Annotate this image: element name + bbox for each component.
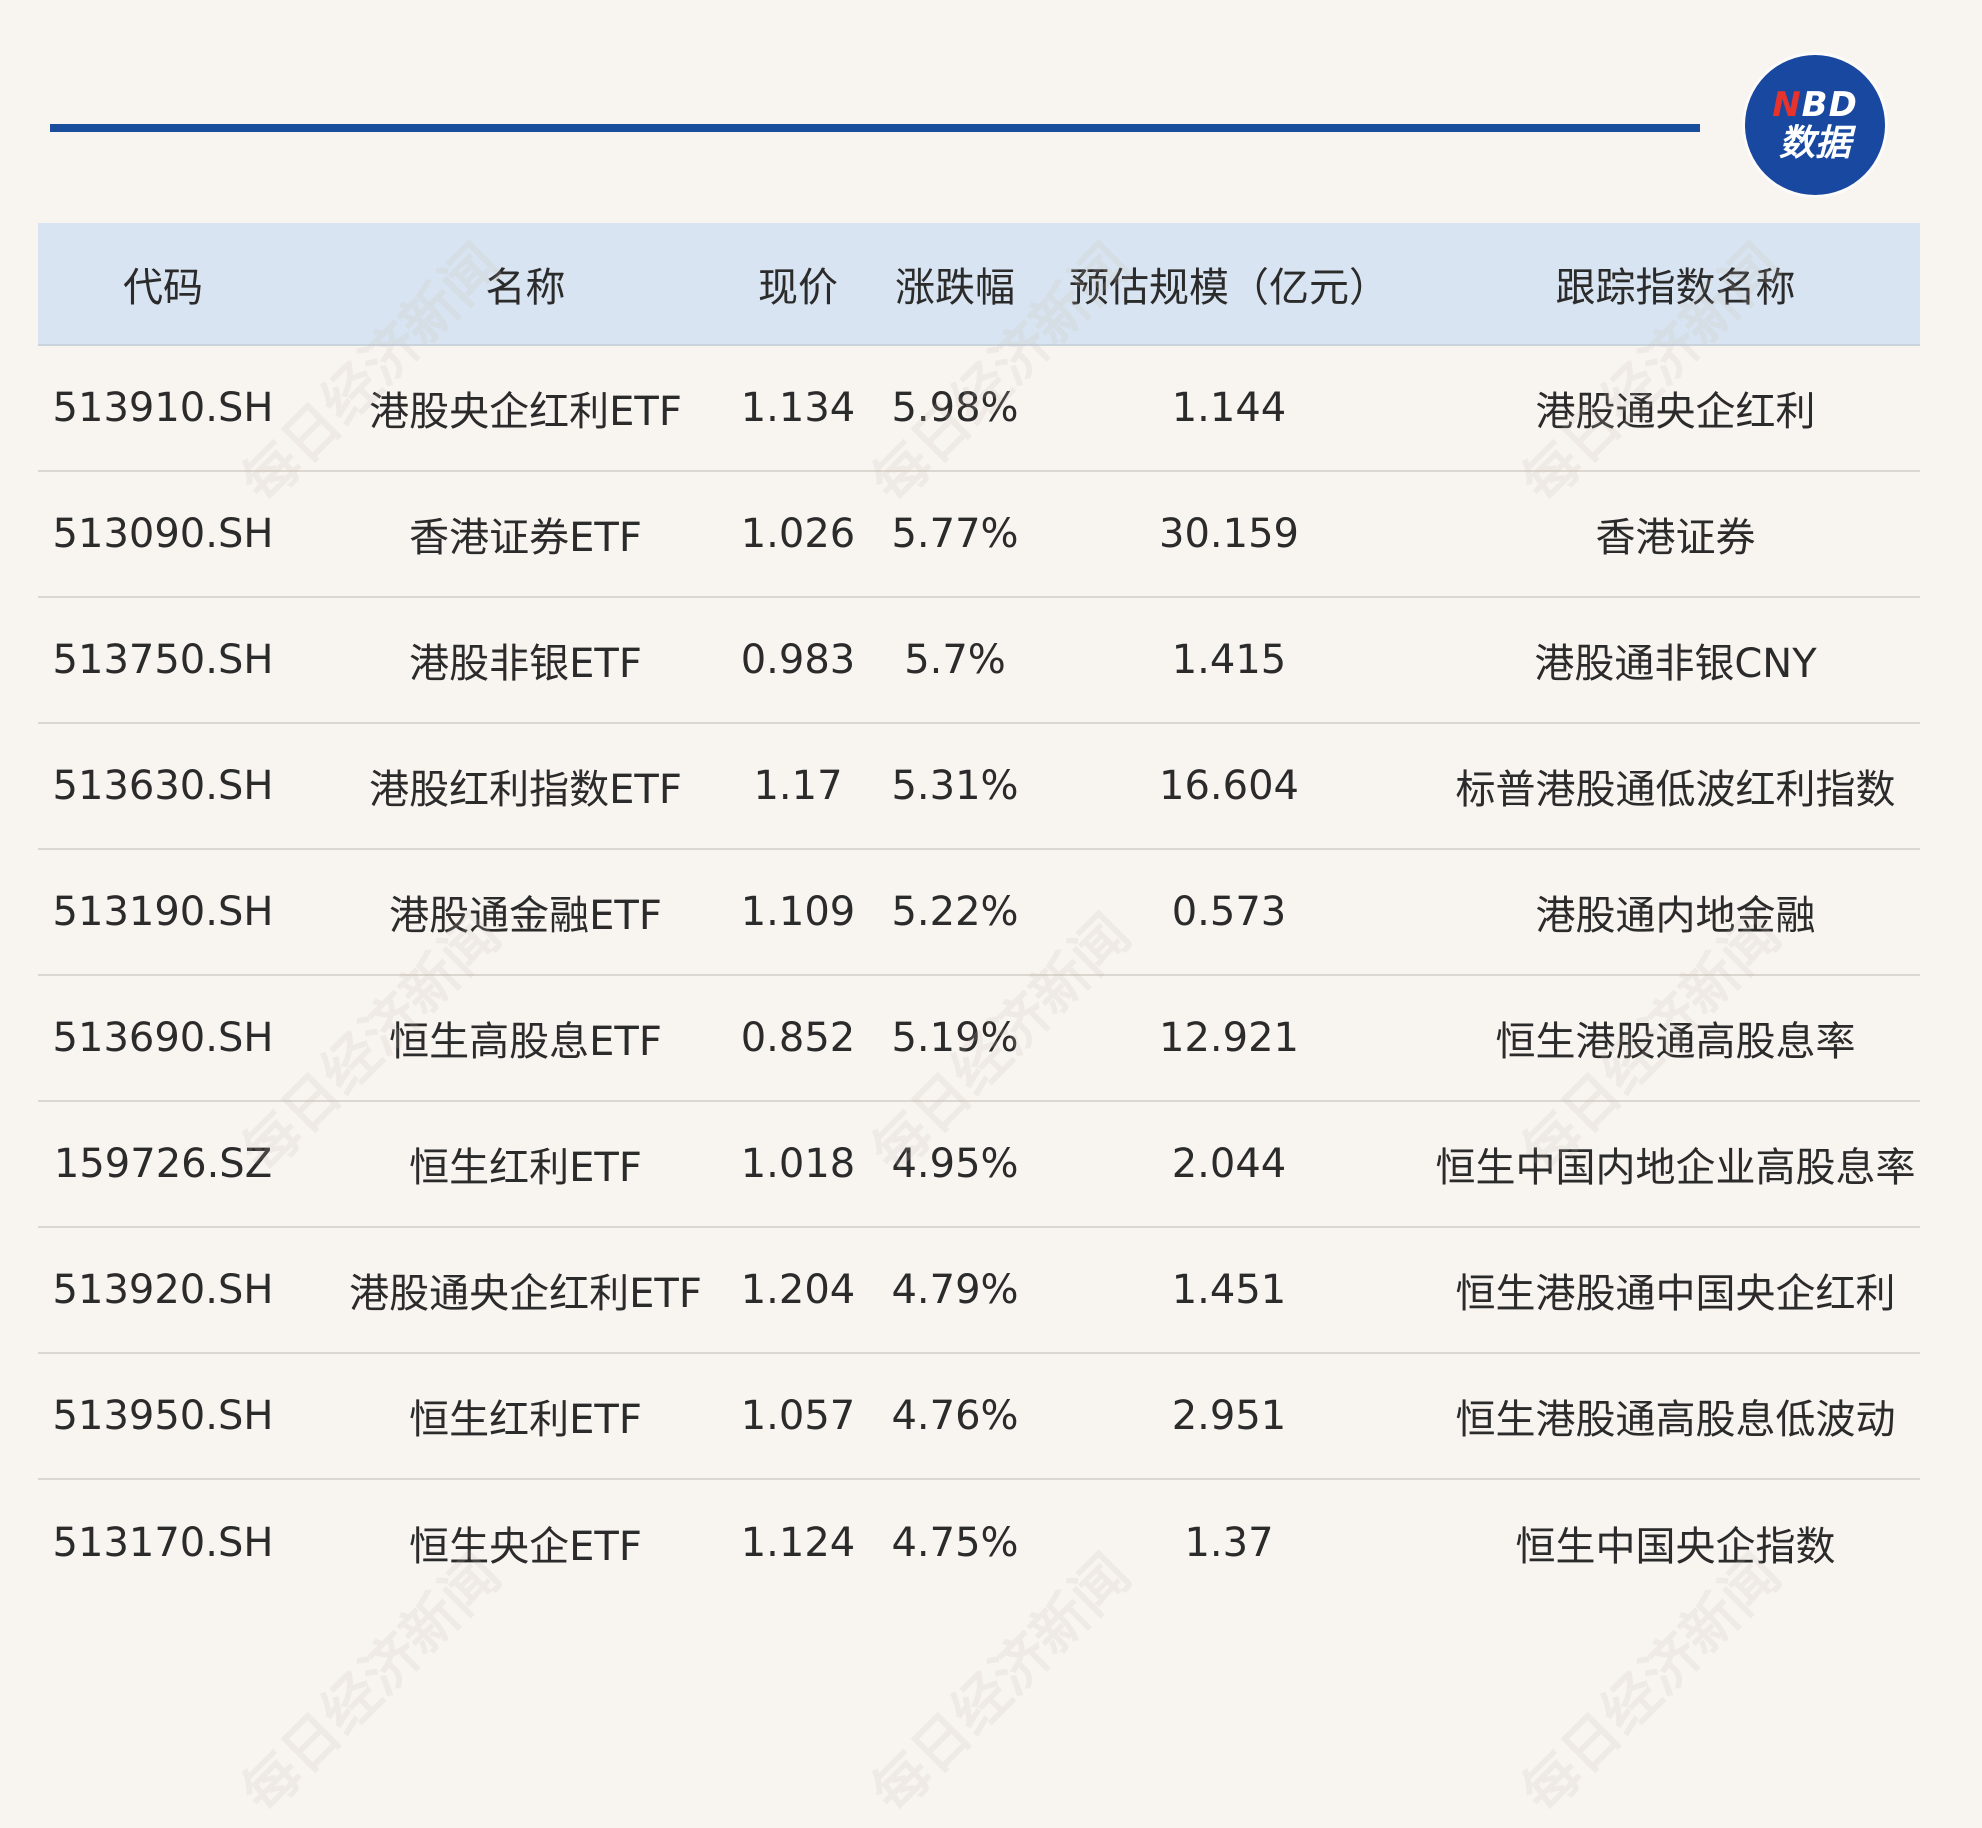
table-row: 513910.SH 港股央企红利ETF 1.134 5.98% 1.144 港股通央企红利 [38,346,1920,472]
cell-index: 恒生港股通中国央企红利 [1455,1271,1896,1317]
cell-price: 1.018 [740,1141,856,1187]
cell-price: 0.983 [740,637,856,683]
cell-name: 港股通金融ETF [389,893,662,939]
cell-code: 159726.SZ [53,1141,273,1187]
cell-change: 5.98% [891,385,1019,431]
cell-name: 恒生央企ETF [409,1524,642,1570]
cell-scale: 1.37 [1184,1520,1274,1566]
cell-name: 港股非银ETF [409,641,642,687]
table-row: 513190.SH 港股通金融ETF 1.109 5.22% 0.573 港股通内地金融 [38,850,1920,976]
cell-scale: 1.144 [1171,385,1287,431]
cell-scale: 1.415 [1171,637,1287,683]
cell-price: 0.852 [740,1015,856,1061]
table-row: 513090.SH 香港证券ETF 1.026 5.77% 30.159 香港证券 [38,472,1920,598]
cell-change: 4.79% [891,1267,1019,1313]
header-scale: 预估规模（亿元） [1069,264,1389,311]
cell-index: 恒生港股通高股息低波动 [1455,1397,1896,1443]
cell-change: 5.19% [891,1015,1019,1061]
cell-change: 5.77% [891,511,1019,557]
etf-table: 代码 名称 现价 涨跌幅 预估规模（亿元） 跟踪指数名称 513910.SH 港股… [38,223,1920,1606]
table-row: 159726.SZ 恒生红利ETF 1.018 4.95% 2.044 恒生中国内地企业高… [38,1102,1920,1228]
cell-name: 恒生红利ETF [409,1145,642,1191]
header-price: 现价 [758,264,838,311]
cell-change: 4.75% [891,1520,1019,1566]
cell-code: 513920.SH [52,1267,274,1313]
cell-name: 恒生红利ETF [409,1397,642,1443]
cell-code: 513190.SH [52,889,274,935]
logo-top-text: NBD [1772,85,1858,125]
header-code: 代码 [123,264,203,311]
cell-price: 1.057 [740,1393,856,1439]
cell-name: 恒生高股息ETF [389,1019,662,1065]
header-name: 名称 [485,264,566,311]
cell-scale: 12.921 [1159,1015,1299,1061]
cell-scale: 1.451 [1171,1267,1287,1313]
cell-code: 513690.SH [52,1015,274,1061]
cell-price: 1.204 [740,1267,856,1313]
cell-price: 1.124 [740,1520,856,1566]
cell-price: 1.17 [753,763,843,809]
cell-scale: 16.604 [1159,763,1299,809]
cell-price: 1.134 [740,385,856,431]
cell-change: 5.31% [891,763,1019,809]
cell-price: 1.109 [740,889,856,935]
cell-change: 4.76% [891,1393,1019,1439]
nbd-data-logo: NBD 数据 [1745,55,1885,195]
cell-name: 香港证券ETF [409,515,642,561]
cell-code: 513170.SH [52,1520,274,1566]
cell-index: 恒生港股通高股息率 [1495,1019,1856,1065]
cell-code: 513910.SH [52,385,274,431]
header-index: 跟踪指数名称 [1555,264,1796,311]
cell-code: 513630.SH [52,763,274,809]
table-row: 513950.SH 恒生红利ETF 1.057 4.76% 2.951 恒生港股通高股息低… [38,1354,1920,1480]
cell-index: 港股通央企红利 [1535,389,1816,435]
header-change: 涨跌幅 [895,264,1015,311]
cell-scale: 30.159 [1159,511,1299,557]
table-row: 513170.SH 恒生央企ETF 1.124 4.75% 1.37 恒生中国央企指数 [38,1480,1920,1606]
cell-index: 恒生中国内地企业高股息率 [1435,1145,1916,1191]
cell-index: 恒生中国央企指数 [1515,1524,1836,1570]
cell-change: 4.95% [891,1141,1019,1187]
cell-change: 5.7% [904,637,1006,683]
cell-scale: 2.951 [1171,1393,1287,1439]
title-rule [50,124,1700,132]
logo-bottom-text: 数据 [1778,123,1851,164]
cell-code: 513950.SH [52,1393,274,1439]
table-row: 513750.SH 港股非银ETF 0.983 5.7% 1.415 港股通非银CNY [38,598,1920,724]
cell-code: 513090.SH [52,511,274,557]
cell-code: 513750.SH [52,637,274,683]
cell-price: 1.026 [740,511,856,557]
cell-name: 港股通央企红利ETF [349,1271,702,1317]
cell-name: 港股红利指数ETF [369,767,682,813]
cell-index: 香港证券 [1595,515,1756,561]
cell-index: 标普港股通低波红利指数 [1455,767,1896,813]
cell-scale: 0.573 [1171,889,1287,935]
table-row: 513920.SH 港股通央企红利ETF 1.204 4.79% 1.451 恒生港股通中… [38,1228,1920,1354]
cell-index: 港股通非银CNY [1534,641,1817,687]
cell-change: 5.22% [891,889,1019,935]
cell-name: 港股央企红利ETF [369,389,682,435]
cell-scale: 2.044 [1171,1141,1287,1187]
table-row: 513690.SH 恒生高股息ETF 0.852 5.19% 12.921 恒生港股通高股… [38,976,1920,1102]
table-row: 513630.SH 港股红利指数ETF 1.17 5.31% 16.604 标普港股通低波… [38,724,1920,850]
cell-index: 港股通内地金融 [1535,893,1816,939]
table-header: 代码 名称 现价 涨跌幅 预估规模（亿元） 跟踪指数名称 [38,223,1920,346]
